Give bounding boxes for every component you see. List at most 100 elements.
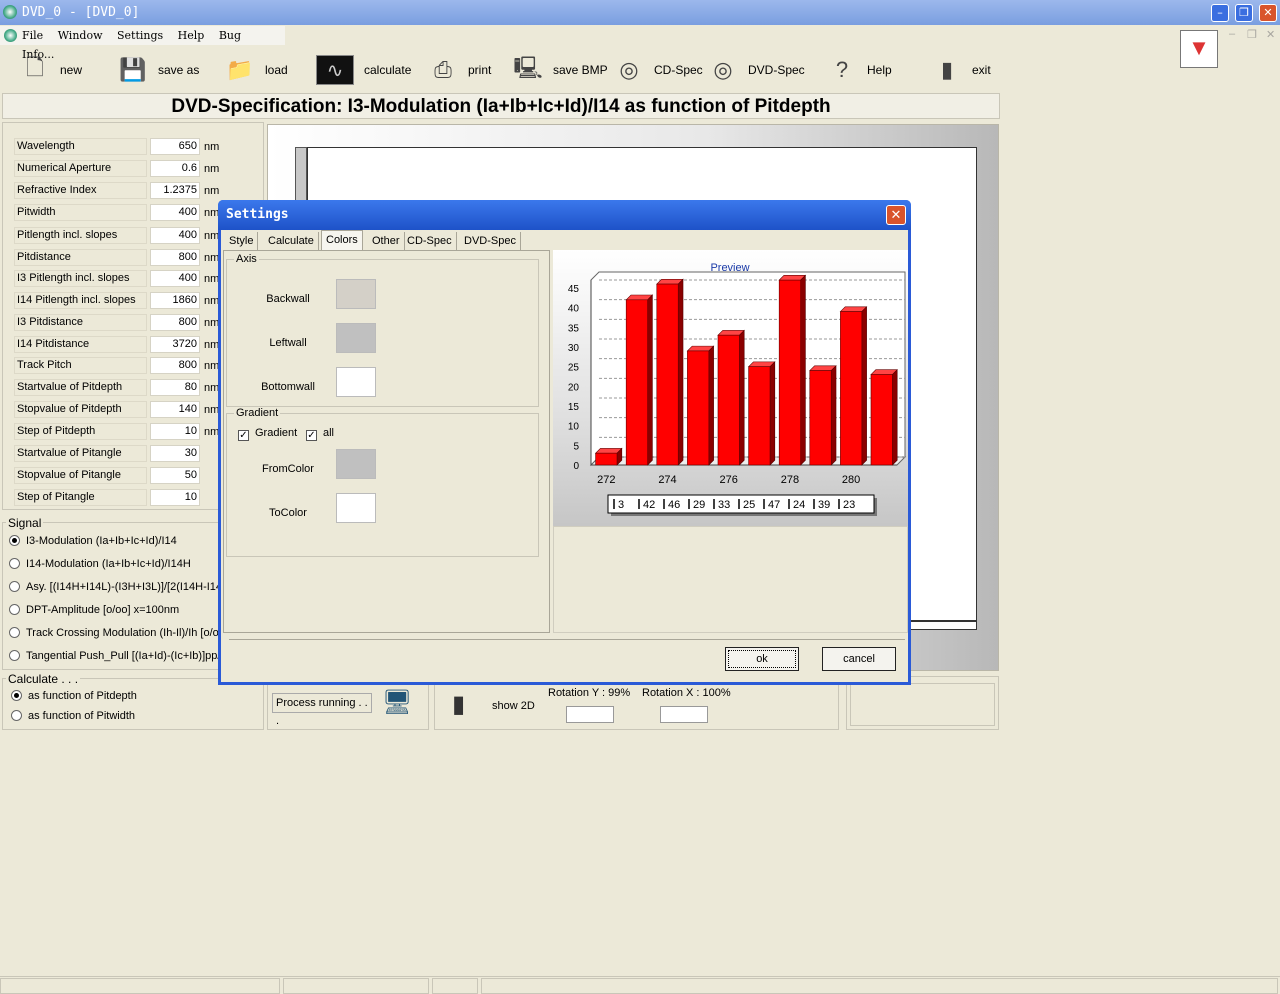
minimize-button[interactable]: – (1211, 4, 1229, 22)
parameter-value-input[interactable]: 1860 (150, 292, 200, 309)
parameter-value-input[interactable]: 0.6 (150, 160, 200, 177)
restore-button[interactable]: ❐ (1235, 4, 1253, 22)
mdi-close-icon[interactable]: ✕ (1266, 28, 1275, 41)
mdi-restore-icon[interactable]: ❐ (1247, 28, 1257, 41)
signal-option-radio[interactable]: I14-Modulation (Ia+Ib+Ic+Id)/I14H (9, 558, 191, 570)
parameter-value-input[interactable]: 3720 (150, 336, 200, 353)
signal-option-radio[interactable]: I3-Modulation (Ia+Ib+Ic+Id)/I14 (9, 535, 177, 547)
exit-door-icon: ▮ (940, 57, 954, 82)
parameter-unit: nm (204, 339, 220, 351)
toolbar-exit-button[interactable]: ▮ exit (932, 52, 991, 88)
bar-side (677, 278, 684, 466)
parameter-value-input[interactable]: 400 (150, 227, 200, 244)
gradient-color-swatch[interactable] (336, 493, 376, 523)
parameter-value-input[interactable]: 800 (150, 357, 200, 374)
signal-option-radio[interactable]: Asy. [(I14H+I14L)-(I3H+I3L)]/[2(I14H-I14… (9, 581, 219, 593)
menu-settings[interactable]: Settings (117, 29, 163, 42)
radio-icon (9, 558, 20, 569)
colors-tab-panel: Axis Backwall Leftwall Bottomwall Gradient… (223, 250, 550, 633)
menu-bug[interactable]: Bug (219, 29, 241, 42)
calculate-option-label: as function of Pitwidth (28, 710, 136, 722)
menu-help[interactable]: Help (178, 29, 205, 42)
y-tick-label: 15 (568, 402, 580, 413)
toolbar-load-button[interactable]: 📁 load (225, 52, 287, 88)
ok-button[interactable]: ok (725, 647, 799, 671)
cd-icon: ◎ (619, 57, 639, 82)
parameter-value-input[interactable]: 50 (150, 467, 200, 484)
toolbar-dvd-spec-button[interactable]: ◎ DVD-Spec (708, 52, 804, 88)
show-2d-label[interactable]: show 2D (492, 700, 535, 712)
axis-color-swatch[interactable] (336, 367, 376, 397)
checkmark-icon: ✓ (238, 430, 249, 441)
document-menu-icon[interactable] (4, 29, 17, 42)
camera-icon[interactable]: ▮ (452, 690, 465, 719)
signal-option-radio[interactable]: Tangential Push_Pull [(Ia+Id)-(Ic+Ib)]pp… (9, 650, 219, 662)
axis-color-swatch[interactable] (336, 323, 376, 353)
parameter-value-input[interactable]: 800 (150, 314, 200, 331)
signal-option-radio[interactable]: Track Crossing Modulation (Ih-Il)/Ih [o/… (9, 627, 219, 639)
tab-cd-spec[interactable]: CD-Spec (403, 232, 457, 250)
tab-dvd-spec[interactable]: DVD-Spec (460, 232, 521, 250)
bar-side (892, 369, 898, 466)
parameter-value-input[interactable]: 80 (150, 379, 200, 396)
radio-icon (9, 535, 20, 546)
radio-icon (9, 627, 20, 638)
close-button[interactable]: ✕ (1259, 4, 1277, 22)
parameter-value-input[interactable]: 10 (150, 489, 200, 506)
rotation-x-slider[interactable] (660, 706, 708, 723)
gradient-color-swatch[interactable] (336, 449, 376, 479)
calculate-option-radio[interactable]: as function of Pitdepth (11, 690, 137, 702)
toolbar-save-as-button[interactable]: 💾 save as (118, 52, 199, 88)
toolbar-button-label: new (60, 63, 83, 77)
parameter-value-input[interactable]: 400 (150, 204, 200, 221)
bar (656, 283, 679, 466)
rotation-y-slider[interactable] (566, 706, 614, 723)
axis-color-swatch[interactable] (336, 279, 376, 309)
dialog-close-button[interactable]: ✕ (886, 205, 906, 225)
toolbar-button-label: calculate (364, 63, 412, 77)
parameter-value-input[interactable]: 650 (150, 138, 200, 155)
dvd-icon: ◎ (713, 57, 733, 82)
parameter-value-input[interactable]: 1.2375 (150, 182, 200, 199)
tab-style[interactable]: Style (225, 232, 259, 250)
mdi-minimize-icon[interactable]: – (1229, 28, 1235, 40)
settings-dialog: Settings ✕ Style Calculate Colors Other CD-S… (218, 200, 911, 685)
computer-icon[interactable]: 🖥 (382, 688, 414, 720)
tab-colors[interactable]: Colors (321, 230, 363, 250)
radio-icon (9, 650, 20, 661)
x-tick-label: 274 (658, 474, 676, 486)
signal-option-radio[interactable]: DPT-Amplitude [o/oo] x=100nm (9, 604, 179, 616)
tab-other[interactable]: Other (368, 232, 405, 250)
toolbar-help-button[interactable]: ? Help (827, 52, 892, 88)
signal-option-label: Track Crossing Modulation (Ih-Il)/Ih [o/… (26, 627, 219, 639)
tab-calculate[interactable]: Calculate (264, 232, 319, 250)
scroll-down-icon[interactable]: ▼ (1180, 30, 1218, 68)
toolbar-calculate-button[interactable]: ∿ calculate (316, 52, 411, 88)
toolbar-print-button[interactable]: ⎙ print (428, 52, 491, 88)
signal-option-label: DPT-Amplitude [o/oo] x=100nm (26, 604, 180, 616)
toolbar-button-label: CD-Spec (654, 63, 703, 77)
parameter-value-input[interactable]: 10 (150, 423, 200, 440)
parameter-value-input[interactable]: 30 (150, 445, 200, 462)
parameter-label: I14 Pitdistance (14, 336, 147, 353)
cancel-button[interactable]: cancel (822, 647, 896, 671)
x-tick-label: 272 (597, 474, 615, 486)
preview-chart: 0 5 10 15 20 25 30 35 40 45 272 274 276 278 280 Preview… (553, 250, 908, 526)
parameter-value-input[interactable]: 140 (150, 401, 200, 418)
status-pane-4 (481, 978, 1278, 994)
bar-side (739, 329, 745, 466)
toolbar-new-button[interactable]: 🗋 new (20, 52, 82, 88)
parameter-value-input[interactable]: 800 (150, 249, 200, 266)
parameter-value-input[interactable]: 400 (150, 270, 200, 287)
toolbar-cd-spec-button[interactable]: ◎ CD-Spec (614, 52, 703, 88)
all-checkbox[interactable]: ✓ all (306, 427, 334, 441)
gradient-checkbox[interactable]: ✓ Gradient (238, 427, 297, 441)
menu-window[interactable]: Window (58, 29, 103, 42)
calculate-option-radio[interactable]: as function of Pitwidth (11, 710, 135, 722)
legend-entry: 3 (618, 499, 624, 511)
toolbar-save-bmp-button[interactable]: 🖳 save BMP (513, 52, 607, 88)
menu-file[interactable]: File (22, 29, 43, 42)
y-tick-label: 5 (573, 441, 579, 452)
gradient-color-label: FromColor (262, 463, 314, 475)
calculate-group-title: Calculate . . . (6, 672, 81, 686)
